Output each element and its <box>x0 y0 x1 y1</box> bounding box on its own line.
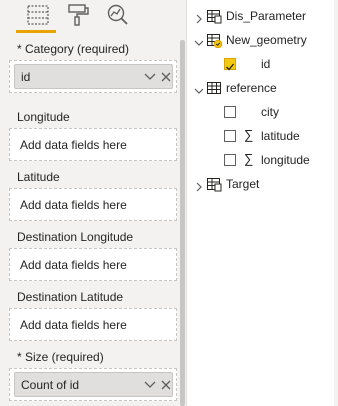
field-name: city <box>261 105 279 119</box>
category-field-pill[interactable]: id <box>14 64 173 89</box>
close-icon[interactable] <box>160 70 172 82</box>
size-well-label: * Size (required) <box>17 350 104 364</box>
size-field-name: Count of id <box>21 378 80 392</box>
checkbox-icon[interactable] <box>224 58 236 71</box>
fields-scrollbar[interactable] <box>334 0 338 406</box>
analytics-icon[interactable] <box>105 3 129 27</box>
table-name: New_geometry <box>226 33 307 47</box>
field-name: longitude <box>261 153 310 167</box>
destination-latitude-well-label: Destination Latitude <box>17 290 124 304</box>
fields-pane: Dis_Parameter New_geometry id reference … <box>188 0 338 406</box>
pane-tabs <box>0 0 187 33</box>
table-reference[interactable]: reference <box>188 76 338 100</box>
chevron-right-icon[interactable] <box>194 179 204 192</box>
field-latitude[interactable]: ∑ latitude <box>188 124 338 148</box>
destination-longitude-well-placeholder: Add data fields here <box>20 258 127 272</box>
table-name: Target <box>226 177 260 191</box>
longitude-well-placeholder: Add data fields here <box>20 138 127 152</box>
table-new-geometry[interactable]: New_geometry <box>188 28 338 52</box>
chevron-down-icon[interactable] <box>194 35 204 46</box>
destination-longitude-well-label: Destination Longitude <box>17 230 134 244</box>
table-icon <box>206 8 222 24</box>
checkbox-icon[interactable] <box>224 106 236 118</box>
category-field-name: id <box>21 70 31 84</box>
field-city[interactable]: city <box>188 100 338 124</box>
table-icon <box>206 32 223 49</box>
table-icon <box>206 80 222 96</box>
longitude-well-label: Longitude <box>17 110 70 124</box>
checkbox-icon[interactable] <box>224 130 236 142</box>
chevron-down-icon[interactable] <box>143 378 157 392</box>
table-icon <box>206 176 222 192</box>
chevron-right-icon[interactable] <box>194 11 204 24</box>
latitude-well-placeholder: Add data fields here <box>20 198 127 212</box>
category-well[interactable]: id <box>9 60 177 93</box>
table-name: Dis_Parameter <box>226 9 307 23</box>
wells-scrollbar[interactable] <box>180 40 185 406</box>
destination-latitude-well[interactable]: Add data fields here <box>9 308 177 341</box>
fields-tab-icon[interactable] <box>26 3 50 27</box>
longitude-well[interactable]: Add data fields here <box>9 128 177 161</box>
field-id[interactable]: id <box>188 52 338 76</box>
close-icon[interactable] <box>160 378 172 390</box>
size-well[interactable]: Count of id <box>9 368 177 401</box>
field-name: latitude <box>261 129 300 143</box>
table-dis-parameter[interactable]: Dis_Parameter <box>188 4 338 28</box>
table-name: reference <box>226 81 277 95</box>
format-paint-icon[interactable] <box>66 3 90 27</box>
field-name: id <box>261 57 271 71</box>
latitude-well-label: Latitude <box>17 170 60 184</box>
destination-latitude-well-placeholder: Add data fields here <box>20 318 127 332</box>
size-field-pill[interactable]: Count of id <box>14 372 173 397</box>
table-target[interactable]: Target <box>188 172 338 196</box>
checkbox-icon[interactable] <box>224 154 236 166</box>
latitude-well[interactable]: Add data fields here <box>9 188 177 221</box>
sigma-icon: ∑ <box>244 127 254 142</box>
destination-longitude-well[interactable]: Add data fields here <box>9 248 177 281</box>
category-well-label: * Category (required) <box>17 42 130 56</box>
chevron-down-icon[interactable] <box>143 70 157 84</box>
visualizations-pane: * Category (required) id Longitude Add d… <box>0 0 187 406</box>
active-tab-indicator <box>16 30 56 33</box>
sigma-icon: ∑ <box>244 151 254 166</box>
field-longitude[interactable]: ∑ longitude <box>188 148 338 172</box>
chevron-down-icon[interactable] <box>194 83 204 94</box>
